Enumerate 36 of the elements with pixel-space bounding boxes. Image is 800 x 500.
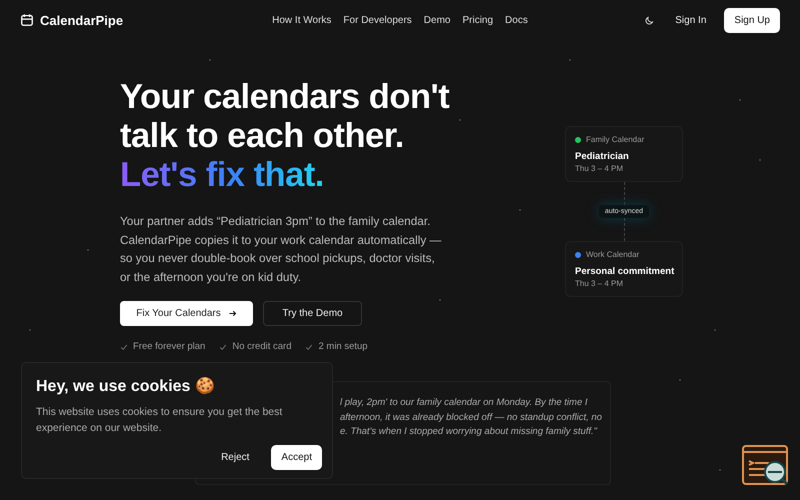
fix-calendars-button[interactable]: Fix Your Calendars bbox=[120, 301, 253, 326]
browser-magnifier-icon[interactable] bbox=[742, 445, 790, 487]
quote-text: e. That's when I stopped worrying about missing family stuff." bbox=[340, 425, 598, 439]
event-title: Personal commitment bbox=[575, 265, 675, 278]
perk-text: Free forever plan bbox=[133, 341, 206, 352]
calendar-name: Family Calendar bbox=[586, 135, 644, 144]
perk-text: 2 min setup bbox=[318, 341, 368, 352]
arrow-icon bbox=[228, 309, 237, 318]
headline: talk to each other. bbox=[120, 117, 405, 156]
nav-link[interactable]: For Developers bbox=[343, 14, 412, 26]
event-time: Thu 3 – 4 PM bbox=[575, 279, 624, 288]
quote-text: afternoon, it was already blocked off — no standup conflict, no bbox=[340, 410, 603, 424]
nav-link[interactable]: Demo bbox=[424, 14, 450, 26]
moon-icon[interactable] bbox=[644, 14, 656, 26]
cookie-text: This website uses cookies to ensure you get the best experience on our website. bbox=[36, 405, 284, 436]
check-icon bbox=[219, 342, 228, 350]
reject-button[interactable]: Reject bbox=[215, 445, 256, 470]
hero-description: Your partner adds “Pediatrician 3pm” to the family calendar. CalendarPipe copies it to your work calendar automatically — so you never double-book over school pickups, doctor visits, or the afternoon you're on kid duty. bbox=[120, 213, 442, 286]
perk-text: No credit card bbox=[232, 341, 292, 352]
sign-up-button[interactable]: Sign Up bbox=[724, 8, 780, 32]
nav-link[interactable]: Pricing bbox=[462, 14, 494, 26]
event-time: Thu 3 – 4 PM bbox=[575, 164, 624, 173]
cookie-title: Hey, we use cookies 🍪 bbox=[36, 376, 216, 396]
check-icon bbox=[305, 342, 314, 350]
sign-in-link[interactable]: Sign In bbox=[671, 14, 710, 26]
try-demo-button[interactable]: Try the Demo bbox=[263, 301, 362, 326]
calendar-name: Work Calendar bbox=[586, 250, 640, 259]
quote-text: l play, 2pm' to our family calendar on Monday. By the time I bbox=[340, 396, 589, 410]
nav-link[interactable]: How It Works bbox=[272, 14, 332, 26]
brand-name[interactable]: CalendarPipe bbox=[40, 12, 124, 28]
accept-button[interactable]: Accept bbox=[271, 445, 322, 470]
headline: Your calendars don't bbox=[120, 78, 450, 117]
check-icon bbox=[120, 342, 128, 350]
calendar-icon bbox=[20, 13, 34, 27]
nav-link[interactable]: Docs bbox=[505, 14, 528, 26]
event-title: Pediatrician bbox=[575, 150, 630, 163]
